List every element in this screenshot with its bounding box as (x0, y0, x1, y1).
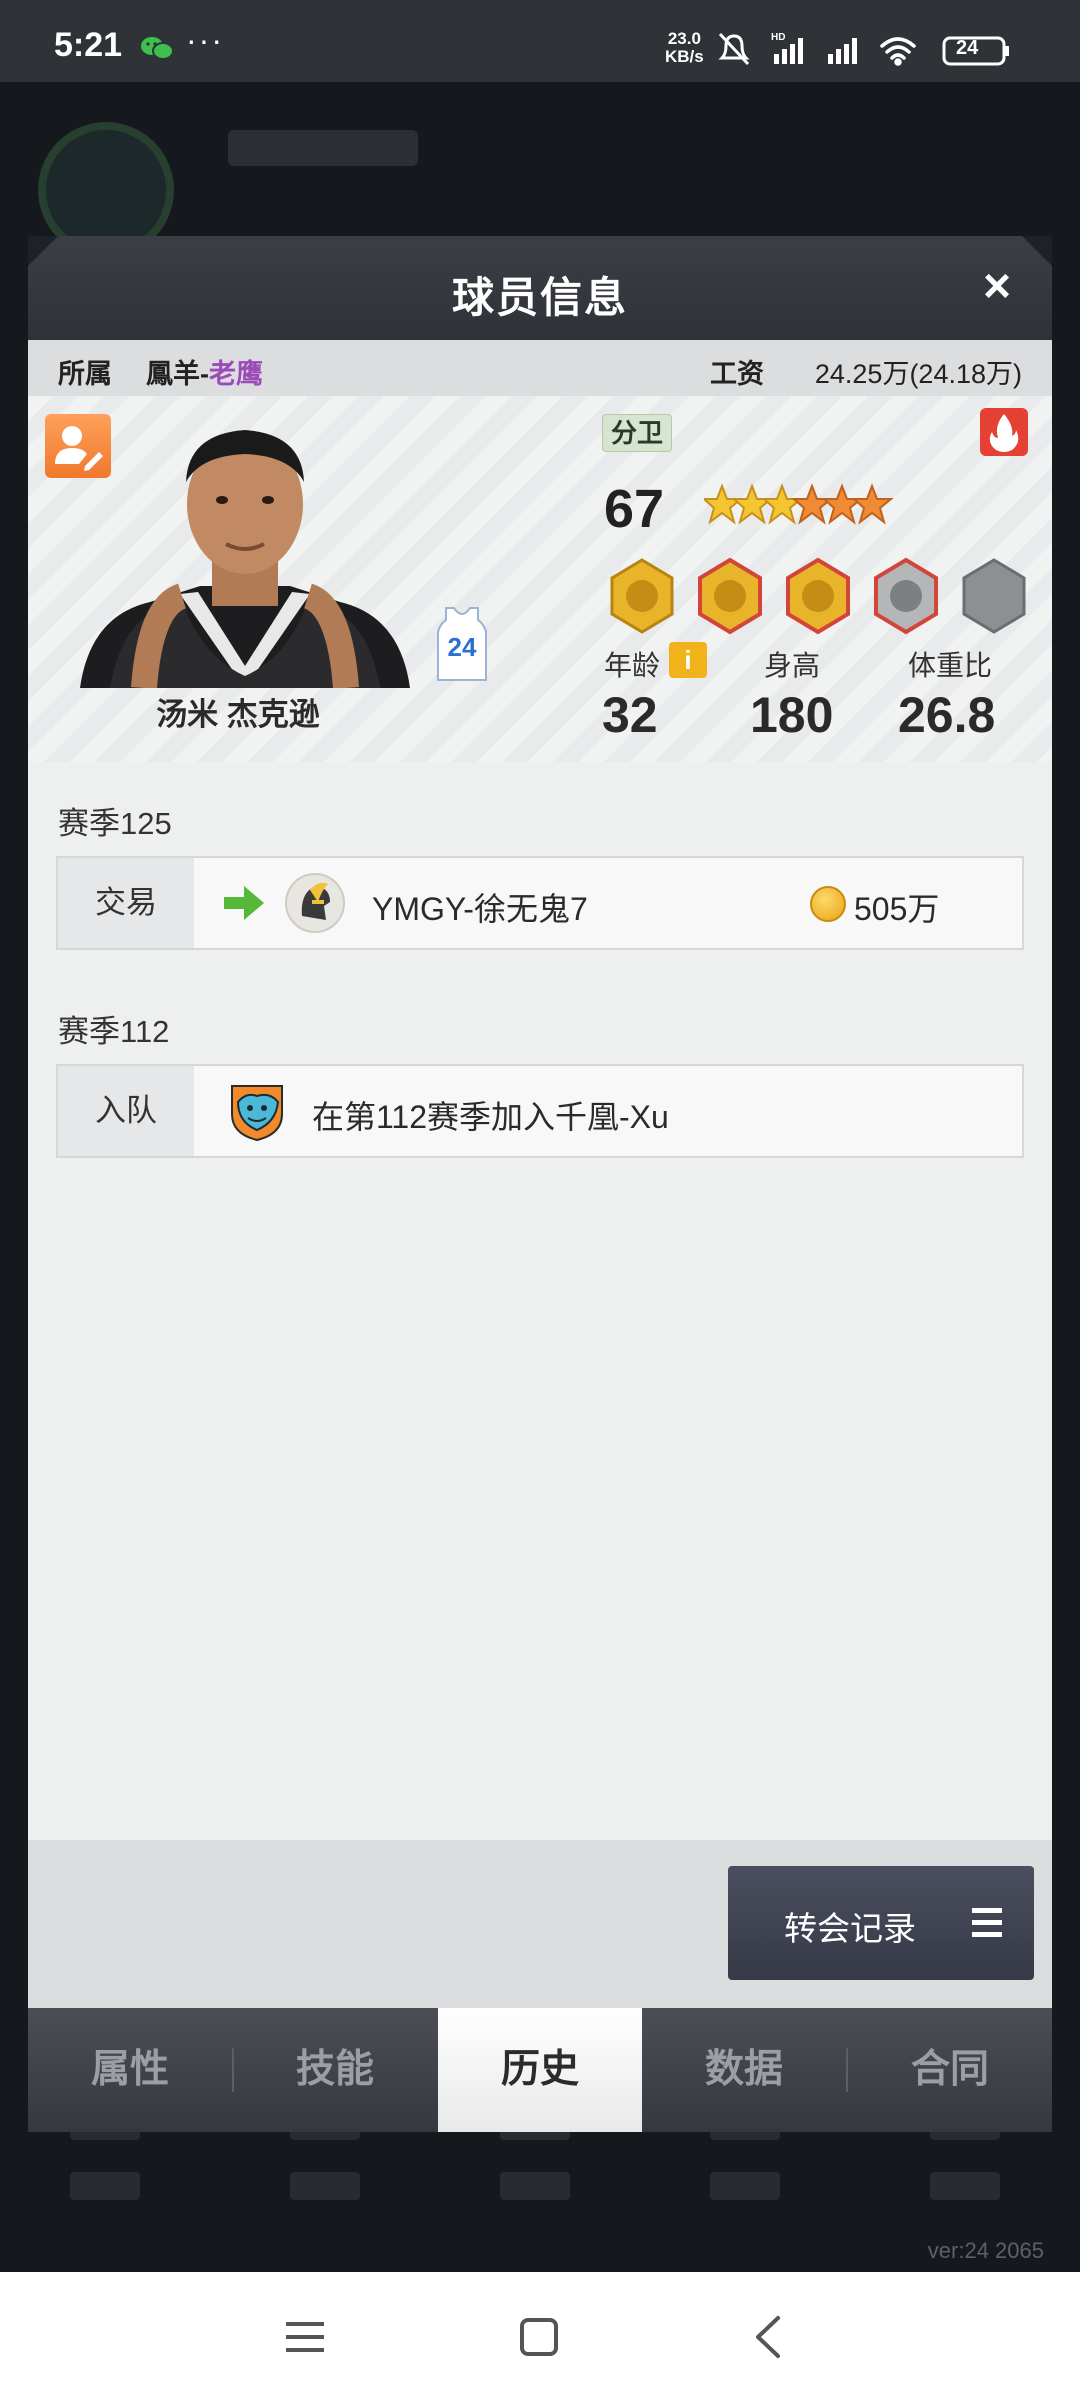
skill-badge-icon (610, 558, 674, 634)
age-value: 32 (602, 687, 658, 743)
weight-ratio-value: 26.8 (898, 687, 996, 743)
star-icon (761, 483, 804, 525)
wechat-icon (141, 37, 174, 60)
status-bar: 5:21 ··· 23.0 KB/s HD 24 (0, 0, 1080, 82)
status-time: 5:21 (54, 26, 123, 64)
position-badge: 分卫 (602, 414, 673, 452)
skill-badges (610, 557, 1026, 635)
close-icon: × (982, 260, 1012, 313)
tab-data[interactable]: 数据 (642, 2008, 846, 2132)
season-label: 赛季125 (58, 806, 172, 841)
hd-signal-icon: HD (771, 32, 803, 64)
join-description: 在第112赛季加入千凰-Xu (312, 1099, 669, 1135)
trade-price: 505万 (854, 891, 940, 927)
menu-icon (972, 1908, 1002, 1937)
weight-ratio-label: 体重比 (908, 650, 993, 681)
arrow-right-icon (224, 886, 264, 920)
battery-level: 24 (956, 37, 979, 59)
svg-text:24: 24 (448, 632, 477, 662)
more-notifications-icon: ··· (186, 22, 224, 58)
star-icon (704, 483, 744, 525)
header-corner (28, 236, 58, 266)
svg-text:HD: HD (771, 32, 785, 43)
tab-bar: 属性 技能 历史 数据 合同 (28, 2008, 1052, 2132)
star-icon (821, 483, 864, 525)
season-label: 赛季112 (58, 1014, 170, 1049)
tab-skills[interactable]: 技能 (233, 2008, 437, 2132)
flame-shape (989, 414, 1019, 452)
jersey-icon: 24 (437, 607, 487, 681)
fire-icon[interactable] (980, 408, 1028, 456)
star-icon (731, 483, 774, 525)
home-button[interactable] (514, 2314, 564, 2360)
background-team-name (228, 130, 418, 166)
tab-history[interactable]: 历史 (438, 2008, 642, 2132)
player-portrait (80, 430, 410, 688)
back-button[interactable] (744, 2314, 794, 2360)
history-row[interactable]: 交易 YMGY-徐无鬼7 505万 (56, 856, 1024, 950)
star-rating (704, 483, 894, 525)
system-navigation-bar (0, 2272, 1080, 2400)
signal-icon (828, 38, 857, 64)
coin-icon (810, 886, 846, 922)
team-logo-icon (231, 1085, 283, 1142)
history-row[interactable]: 入队 在第112赛季加入千凰-Xu (56, 1064, 1024, 1158)
trade-team-name: YMGY-徐无鬼7 (372, 891, 588, 927)
modal-title: 球员信息 (451, 274, 628, 321)
height-value: 180 (750, 687, 834, 743)
player-rating: 67 (604, 479, 665, 539)
tab-attributes[interactable]: 属性 (28, 2008, 232, 2132)
star-icon (851, 483, 894, 525)
star-icon (791, 483, 834, 525)
version-text: ver:24 2065 (927, 2238, 1044, 2263)
tab-contract[interactable]: 合同 (848, 2008, 1052, 2132)
history-type: 入队 (58, 1066, 194, 1156)
height-label: 身高 (764, 650, 821, 681)
modal-header: 球员信息 × (28, 236, 1052, 340)
transfer-record-label: 转会记录 (784, 1910, 916, 1947)
salary-label: 工资 (710, 359, 764, 389)
recent-apps-button[interactable] (280, 2314, 330, 2360)
player-card: 汤米 杰克逊 24 分卫 67 年龄 i 身高 体重比 32 180 26.8 (28, 396, 1052, 762)
locked-badge-icon (962, 558, 1026, 634)
skill-badge-icon (698, 557, 762, 635)
age-label: 年龄 (604, 650, 661, 681)
salary-value: 24.25万(24.18万) (814, 359, 1022, 389)
team-salary-bar: 所属 鳳羊-老鹰 工资 24.25万(24.18万) (28, 340, 1052, 396)
player-info-modal: 球员信息 × 所属 鳳羊-老鹰 工资 24.25万(24.18万) 汤米 杰克逊… (28, 236, 1052, 2132)
mute-icon (718, 32, 750, 66)
skill-badge-icon (874, 557, 938, 635)
player-name: 汤米 杰克逊 (156, 697, 320, 732)
transfer-record-button[interactable]: 转会记录 (728, 1866, 1034, 1980)
history-type: 交易 (58, 858, 194, 948)
wifi-icon (880, 37, 916, 66)
close-button[interactable]: × (972, 262, 1022, 312)
skill-badge-icon (786, 557, 850, 635)
header-corner (1022, 236, 1052, 266)
info-icon[interactable]: i (669, 642, 707, 678)
team-label: 所属 (58, 359, 112, 389)
network-speed: 23.0 KB/s (665, 29, 704, 66)
team-name: 鳳羊-老鹰 (146, 359, 263, 389)
team-logo-icon (285, 873, 345, 933)
